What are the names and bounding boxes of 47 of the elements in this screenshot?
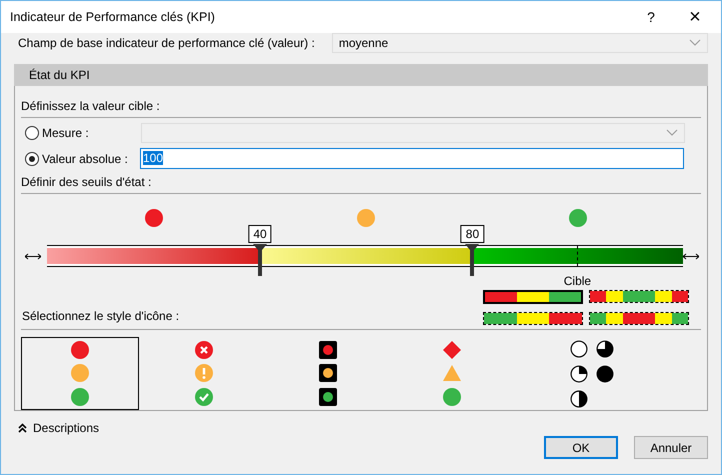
triangle-icon xyxy=(443,365,461,382)
chevron-icon xyxy=(688,39,701,47)
circle-icon xyxy=(71,388,89,406)
section-header: État du KPI xyxy=(14,64,708,86)
section-label: Définir des seuils d'état : xyxy=(21,175,152,189)
icon-set-option[interactable] xyxy=(21,337,139,410)
color-band-option[interactable] xyxy=(589,312,689,325)
window-title: Indicateur de Performance clés (KPI) xyxy=(10,10,216,24)
section-label: Définissez la valeur cible : xyxy=(21,99,161,113)
threshold-value: 40 xyxy=(248,225,272,243)
close-button[interactable]: × xyxy=(673,6,717,28)
traffic-light-icon xyxy=(319,364,337,382)
traffic-light-icon xyxy=(319,388,337,406)
slider-handle[interactable] xyxy=(465,244,480,276)
traffic-light-icon xyxy=(319,340,337,359)
help-button[interactable]: ? xyxy=(629,9,673,25)
chevron-icon xyxy=(666,129,678,137)
check-icon xyxy=(195,388,213,406)
radio-button[interactable]: Mesure : xyxy=(21,126,140,140)
warning-icon xyxy=(195,364,213,382)
radio-button[interactable]: Valeur absolue : xyxy=(21,152,140,166)
double-arrow-icon xyxy=(683,253,699,260)
color-band-option[interactable] xyxy=(483,312,583,325)
circle-icon xyxy=(443,388,461,406)
color-band-option[interactable] xyxy=(589,290,689,303)
pie-icon xyxy=(596,364,614,382)
threshold-value: 80 xyxy=(460,225,484,243)
section-label: Sélectionnez le style d'icône : xyxy=(22,309,180,323)
dialog-button[interactable]: OK xyxy=(544,436,618,459)
target-label: Cible xyxy=(564,274,592,288)
double-arrow-icon xyxy=(25,253,41,260)
descriptions-label[interactable]: Descriptions xyxy=(33,421,100,435)
collapse-icon[interactable] xyxy=(18,423,27,433)
slider-handle[interactable] xyxy=(253,244,268,276)
circle-icon xyxy=(71,364,89,382)
circle-icon xyxy=(71,340,89,359)
field-label: Champ de base indicateur de performance clé (valeur) : xyxy=(18,36,315,50)
pie-icon xyxy=(570,364,588,382)
error-icon xyxy=(195,340,213,359)
color-band-option[interactable] xyxy=(483,290,583,304)
dialog-button[interactable]: Annuler xyxy=(634,436,708,459)
pie-icon xyxy=(570,340,588,358)
diamond-icon xyxy=(443,341,461,360)
pie-icon xyxy=(596,340,614,358)
base-field-dropdown[interactable]: moyenne xyxy=(332,33,708,53)
pie-icon xyxy=(570,390,588,408)
input-field[interactable]: 100 xyxy=(140,148,684,169)
